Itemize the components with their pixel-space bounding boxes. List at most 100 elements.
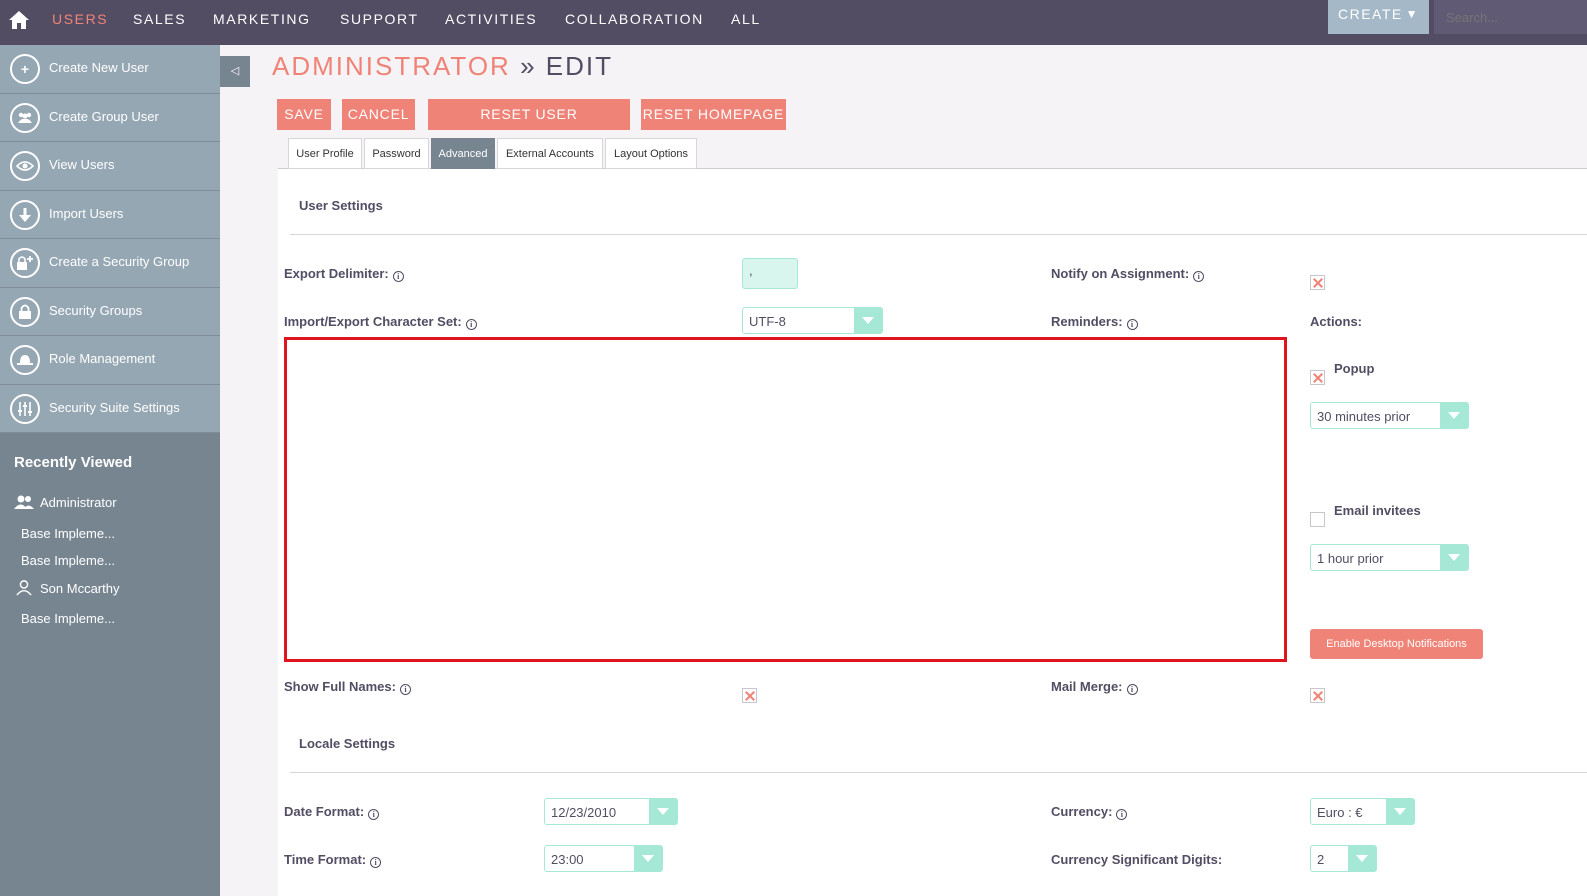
info-icon[interactable]: i — [1126, 319, 1138, 330]
nav-all[interactable]: ALL — [731, 11, 761, 27]
recent-item-label: Base Impleme... — [21, 611, 115, 626]
tab-layout-options[interactable]: Layout Options — [605, 138, 697, 169]
recently-viewed-title: Recently Viewed — [14, 454, 133, 471]
recent-item-label: Administrator — [40, 495, 117, 510]
tab-external-accounts[interactable]: External Accounts — [497, 138, 603, 169]
lock-icon — [10, 296, 40, 327]
field-label: Import/Export Character Set: — [284, 314, 462, 329]
save-button[interactable]: SAVE — [277, 99, 331, 130]
popup-checkbox[interactable] — [1310, 370, 1325, 385]
field-label: Time Format: — [284, 852, 367, 867]
tab-user-profile[interactable]: User Profile — [288, 138, 362, 169]
sidebar-collapse-button[interactable]: ◁ — [220, 56, 250, 87]
mail-merge-label: Mail Merge: i — [1051, 679, 1138, 695]
chevron-down-icon — [854, 308, 882, 333]
caret-down-icon: ▼ — [1405, 7, 1419, 21]
hat-icon — [10, 345, 40, 375]
currency-significant-digits-label: Currency Significant Digits: — [1051, 852, 1223, 867]
info-icon[interactable]: i — [392, 271, 404, 282]
top-navbar: USERS SALES MARKETING SUPPORT ACTIVITIES… — [0, 0, 1587, 45]
tab-advanced[interactable]: Advanced — [431, 138, 495, 169]
field-label: Export Delimiter: — [284, 266, 389, 281]
sidebar-item-security-suite-settings[interactable]: Security Suite Settings — [0, 384, 220, 433]
page-title: ADMINISTRATOR » EDIT — [272, 51, 613, 82]
user-icon — [16, 580, 32, 596]
recent-item[interactable]: Base Impleme... — [0, 526, 220, 546]
home-icon[interactable] — [8, 9, 30, 31]
notify-on-assignment-checkbox[interactable] — [1310, 275, 1325, 290]
sidebar-item-label: Role Management — [49, 351, 156, 366]
info-icon[interactable]: i — [465, 319, 477, 330]
show-full-names-label: Show Full Names: i — [284, 679, 411, 695]
reset-homepage-button[interactable]: RESET HOMEPAGE — [641, 99, 786, 130]
select-value: 1 hour prior — [1317, 551, 1384, 566]
email-invitees-checkbox[interactable] — [1310, 512, 1325, 527]
field-label: Reminders: — [1051, 314, 1123, 329]
divider — [290, 772, 1587, 773]
nav-sales[interactable]: SALES — [133, 11, 186, 27]
select-value: 12/23/2010 — [551, 805, 617, 820]
cancel-button[interactable]: CANCEL — [342, 99, 415, 130]
sidebar-item-label: Security Suite Settings — [49, 399, 180, 415]
field-label: Notify on Assignment: — [1051, 266, 1190, 281]
sidebar-item-label: Security Groups — [49, 302, 143, 318]
recent-item[interactable]: Base Impleme... — [0, 611, 220, 631]
search-input[interactable] — [1434, 0, 1587, 34]
currency-significant-digits-select[interactable]: 2 — [1310, 845, 1377, 872]
field-label: Currency: — [1051, 804, 1113, 819]
chevron-down-icon — [1440, 403, 1468, 428]
info-icon[interactable]: i — [1116, 809, 1128, 820]
info-icon[interactable]: i — [1126, 684, 1138, 695]
info-icon[interactable]: i — [368, 809, 380, 820]
divider — [290, 234, 1587, 235]
email-time-select[interactable]: 1 hour prior — [1310, 544, 1469, 571]
popup-label: Popup — [1334, 361, 1375, 376]
recent-item[interactable]: Administrator — [0, 495, 220, 515]
recent-item-label: Base Impleme... — [21, 526, 115, 541]
popup-time-select[interactable]: 30 minutes prior — [1310, 402, 1469, 429]
tab-password[interactable]: Password — [364, 138, 429, 169]
nav-marketing[interactable]: MARKETING — [213, 11, 311, 27]
select-value: Euro : € — [1317, 805, 1363, 820]
sidebar-item-create-new-user[interactable]: + Create New User — [0, 45, 220, 94]
nav-activities[interactable]: ACTIVITIES — [445, 11, 537, 27]
mail-merge-checkbox[interactable] — [1310, 688, 1325, 703]
date-format-select[interactable]: 12/23/2010 — [544, 798, 678, 825]
enable-desktop-notifications-button[interactable]: Enable Desktop Notifications — [1310, 629, 1483, 659]
group-icon — [10, 102, 40, 133]
sidebar-item-view-users[interactable]: View Users — [0, 142, 220, 191]
export-delimiter-input[interactable]: , — [742, 258, 798, 289]
recent-item[interactable]: Base Impleme... — [0, 553, 220, 573]
create-dropdown-button[interactable]: CREATE ▼ — [1328, 0, 1429, 34]
nav-collaboration[interactable]: COLLABORATION — [565, 11, 704, 27]
recent-item-label: Base Impleme... — [21, 553, 115, 568]
recent-item[interactable]: Son Mccarthy — [0, 580, 220, 601]
sidebar-item-security-groups[interactable]: Security Groups — [0, 287, 220, 336]
create-label: CREATE — [1338, 6, 1403, 22]
notify-on-assignment-label: Notify on Assignment: i — [1051, 266, 1205, 282]
time-format-select[interactable]: 23:00 — [544, 845, 663, 872]
reset-user-preferences-button[interactable]: RESET USER PREFERENCES — [428, 99, 630, 153]
charset-select[interactable]: UTF-8 — [742, 307, 883, 334]
sidebar-item-label: View Users — [49, 157, 115, 172]
chevron-down-icon — [1386, 799, 1414, 824]
sidebar-item-label: Create a Security Group — [49, 254, 190, 269]
sidebar-item-create-security-group[interactable]: Create a Security Group — [0, 239, 220, 288]
actions-label: Actions: — [1310, 314, 1362, 329]
field-label: Mail Merge: — [1051, 679, 1123, 694]
lock-plus-icon — [10, 248, 40, 278]
nav-support[interactable]: SUPPORT — [340, 11, 419, 27]
info-icon[interactable]: i — [1193, 271, 1205, 282]
currency-label: Currency: i — [1051, 804, 1128, 820]
sidebar-item-role-management[interactable]: Role Management — [0, 336, 220, 385]
currency-select[interactable]: Euro : € — [1310, 798, 1415, 825]
nav-users[interactable]: USERS — [52, 11, 108, 27]
sidebar-item-import-users[interactable]: Import Users — [0, 190, 220, 239]
info-icon[interactable]: i — [370, 857, 382, 868]
sidebar-item-create-group-user[interactable]: Create Group User — [0, 93, 220, 142]
title-separator: » — [520, 51, 537, 81]
info-icon[interactable]: i — [399, 684, 411, 695]
chevron-down-icon — [1440, 545, 1468, 570]
show-full-names-checkbox[interactable] — [742, 688, 757, 703]
field-label: Date Format: — [284, 804, 365, 819]
